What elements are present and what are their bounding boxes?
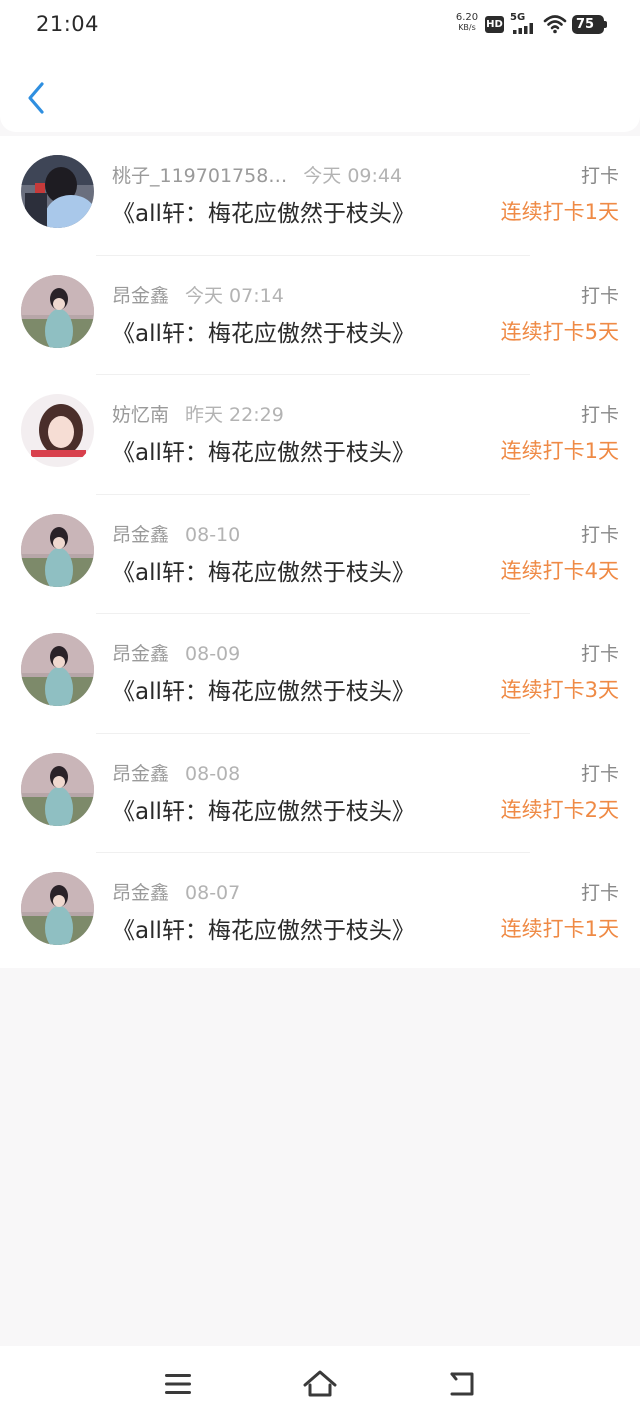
list-item[interactable]: 妨忆南 昨天 22:29 《all轩：梅花应傲然于枝头》 打卡 连续打卡1天 [0,375,640,495]
avatar[interactable] [21,513,94,587]
streak-label: 连续打卡2天 [500,797,619,822]
avatar[interactable] [21,274,94,348]
page: 21:04 6.20 KB/s HD 5G 75 桃子_119701758… 今… [0,0,640,1422]
status-time: 21:04 [36,12,100,36]
checkin-time: 08-10 [185,523,241,546]
system-back-button[interactable] [442,1366,482,1402]
checkin-time: 昨天 22:29 [185,404,284,426]
checkin-list: 桃子_119701758… 今天 09:44 《all轩：梅花应傲然于枝头》 打卡… [0,136,640,968]
checkin-title[interactable]: 《all轩：梅花应傲然于枝头》 [112,433,415,467]
list-item[interactable]: 桃子_119701758… 今天 09:44 《all轩：梅花应傲然于枝头》 打卡… [0,136,640,256]
checkin-time: 08-08 [185,762,241,785]
streak-label: 连续打卡3天 [500,678,619,702]
checkin-meta: 昂金鑫 08-09 [112,639,240,666]
streak-label: 连续打卡4天 [500,558,619,583]
checkin-time: 08-07 [185,882,241,904]
network-speed: 6.20 KB/s [452,13,482,33]
signal-icon: 5G [510,12,538,36]
avatar[interactable] [21,155,94,228]
checkin-type: 打卡 [580,523,619,546]
checkin-meta: 昂金鑫 08-07 [112,878,240,905]
streak-label: 连续打卡1天 [500,917,619,941]
hd-icon: HD [485,16,504,33]
network-speed-value: 6.20 [455,12,479,23]
checkin-time: 今天 09:44 [303,165,403,187]
list-item[interactable]: 昂金鑫 08-08 《all轩：梅花应傲然于枝头》 打卡 连续打卡2天 [0,734,640,853]
checkin-type: 打卡 [580,643,619,665]
list-item[interactable]: 昂金鑫 08-10 《all轩：梅花应傲然于枝头》 打卡 连续打卡4天 [0,495,640,614]
checkin-title[interactable]: 《all轩：梅花应傲然于枝头》 [112,314,415,348]
battery-icon: 75 [572,15,607,34]
checkin-type: 打卡 [580,762,619,785]
list-item[interactable]: 昂金鑫 08-07 《all轩：梅花应傲然于枝头》 打卡 连续打卡1天 [0,853,640,973]
checkin-title[interactable]: 《all轩：梅花应傲然于枝头》 [112,792,415,826]
checkin-time: 今天 07:14 [185,284,284,307]
list-item[interactable]: 昂金鑫 08-09 《all轩：梅花应傲然于枝头》 打卡 连续打卡3天 [0,614,640,734]
checkin-meta: 昂金鑫 08-10 [112,520,240,547]
checkin-type: 打卡 [580,165,619,187]
checkin-title[interactable]: 《all轩：梅花应傲然于枝头》 [112,194,415,228]
back-button[interactable] [18,76,54,120]
checkin-type: 打卡 [580,882,619,904]
avatar[interactable] [21,752,94,826]
user-name[interactable]: 昂金鑫 [112,643,169,665]
streak-label: 连续打卡5天 [500,319,619,344]
menu-icon [165,1374,191,1394]
chevron-left-icon [28,82,44,114]
network-type: 5G [510,12,526,23]
checkin-title[interactable]: 《all轩：梅花应傲然于枝头》 [112,911,415,945]
home-icon [303,1370,337,1397]
checkin-type: 打卡 [580,284,619,307]
checkin-title[interactable]: 《all轩：梅花应傲然于枝头》 [112,672,415,706]
system-nav-bar [0,1346,640,1422]
user-name[interactable]: 昂金鑫 [112,524,169,546]
wifi-icon [543,15,567,34]
checkin-meta: 昂金鑫 08-08 [112,759,240,786]
list-item[interactable]: 昂金鑫 今天 07:14 《all轩：梅花应傲然于枝头》 打卡 连续打卡5天 [0,256,640,375]
user-name[interactable]: 妨忆南 [112,404,169,426]
user-name[interactable]: 桃子_119701758… [112,165,287,187]
checkin-meta: 桃子_119701758… 今天 09:44 [112,161,402,188]
streak-label: 连续打卡1天 [500,200,619,224]
avatar[interactable] [21,872,94,945]
checkin-meta: 妨忆南 昨天 22:29 [112,400,284,427]
header: 21:04 6.20 KB/s HD 5G 75 [0,0,640,132]
user-name[interactable]: 昂金鑫 [112,763,169,785]
user-name[interactable]: 昂金鑫 [112,285,169,307]
menu-button[interactable] [158,1366,198,1402]
checkin-time: 08-09 [185,643,241,665]
home-button[interactable] [300,1366,340,1402]
streak-label: 连续打卡1天 [500,439,619,463]
back-icon [450,1372,474,1396]
network-speed-unit: KB/s [458,23,476,32]
checkin-meta: 昂金鑫 今天 07:14 [112,281,284,308]
avatar[interactable] [21,394,94,467]
checkin-type: 打卡 [580,404,619,426]
user-name[interactable]: 昂金鑫 [112,882,169,904]
checkin-title[interactable]: 《all轩：梅花应傲然于枝头》 [112,553,415,587]
avatar[interactable] [21,633,94,706]
status-bar: 21:04 6.20 KB/s HD 5G 75 [0,0,640,50]
